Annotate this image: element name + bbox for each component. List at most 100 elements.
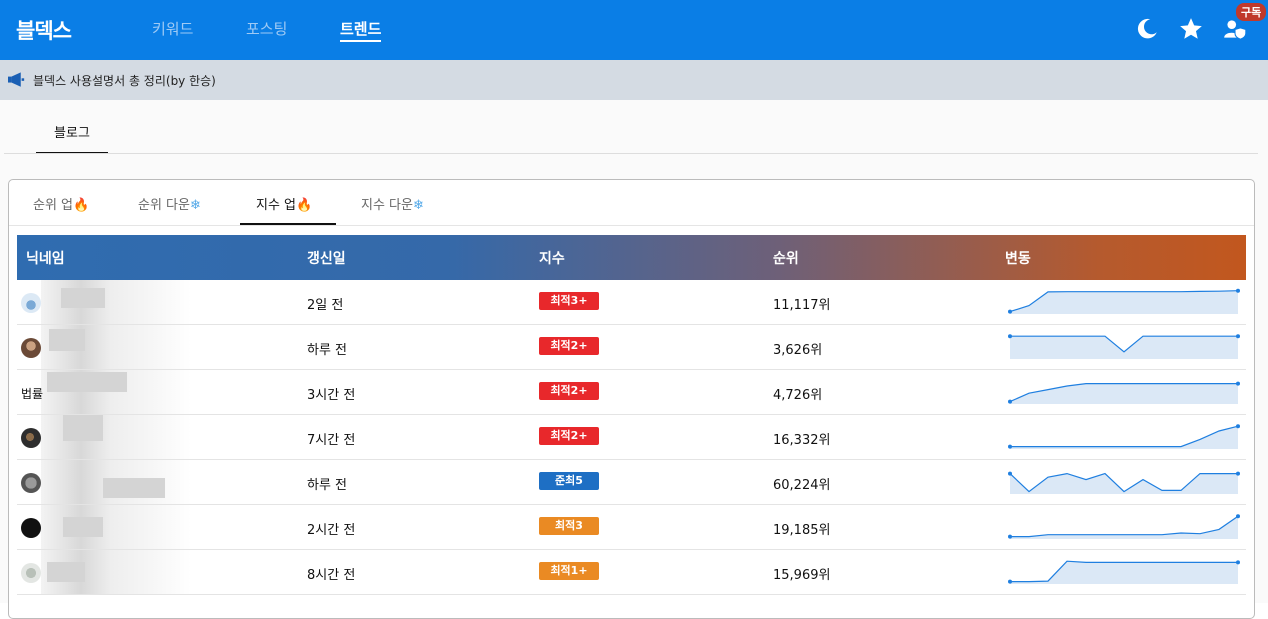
avatar[interactable]	[21, 518, 41, 538]
sparkline-point	[1008, 579, 1012, 584]
subtab-label: 지수 업	[256, 198, 297, 213]
nav-keyword[interactable]: 키워드	[152, 18, 193, 39]
subtab-index-down[interactable]: 지수 다운❄	[361, 194, 424, 213]
megaphone-icon	[8, 72, 25, 87]
nickname-text[interactable]: 법률	[21, 385, 43, 402]
sparkline-point	[1008, 334, 1012, 339]
rank-cell: 16,332위	[773, 433, 831, 448]
subtab-label: 순위 다운	[138, 198, 190, 213]
rank-cell: 60,224위	[773, 478, 831, 493]
trend-sparkline	[1008, 471, 1240, 494]
sparkline-point	[1236, 381, 1240, 386]
top-navbar: 블덱스 키워드 포스팅 트렌드 구독	[0, 0, 1268, 60]
trend-sparkline	[1008, 424, 1240, 449]
updated-cell: 하루 전	[307, 343, 348, 358]
table-row[interactable]: 법률 3시간 전 최적2+ 4,726위	[17, 370, 1246, 415]
table-row[interactable]: 하루 전 준최5 60,224위	[17, 460, 1246, 505]
brand-logo[interactable]: 블덱스	[16, 15, 72, 45]
trend-sparkline	[1008, 560, 1240, 584]
blurred-nickname-block	[103, 478, 165, 498]
snowflake-icon: ❄	[412, 198, 424, 213]
table-row[interactable]: 2시간 전 최적3 19,185위	[17, 505, 1246, 550]
header-rank[interactable]: 순위	[773, 248, 799, 268]
fire-icon: 🔥	[73, 198, 90, 213]
avatar[interactable]	[21, 338, 41, 358]
table-header: 닉네임 갱신일 지수 순위 변동	[17, 235, 1246, 280]
updated-cell: 하루 전	[307, 478, 348, 493]
sparkline-point	[1008, 444, 1012, 449]
rank-cell: 11,117위	[773, 298, 831, 313]
main-content: 블로그 순위 업🔥 순위 다운❄ 지수 업🔥 지수 다운❄ 닉네임 갱신일 지수…	[0, 100, 1268, 619]
updated-cell: 2시간 전	[307, 523, 356, 538]
notice-text[interactable]: 블덱스 사용설명서 총 정리(by 한승)	[33, 72, 216, 89]
updated-cell: 3시간 전	[307, 388, 356, 403]
table-row[interactable]: 7시간 전 최적2+ 16,332위	[17, 415, 1246, 460]
index-badge: 최적2+	[539, 337, 599, 355]
star-icon[interactable]	[1178, 16, 1204, 42]
subscribe-badge[interactable]: 구독	[1236, 3, 1267, 21]
subtab-label: 순위 업	[33, 198, 74, 213]
index-badge: 최적2+	[539, 427, 599, 445]
table-row[interactable]: 하루 전 최적2+ 3,626위	[17, 325, 1246, 370]
trend-panel: 순위 업🔥 순위 다운❄ 지수 업🔥 지수 다운❄ 닉네임 갱신일 지수 순위 …	[8, 179, 1255, 619]
avatar[interactable]	[21, 428, 41, 448]
sparkline-point	[1236, 334, 1240, 339]
blurred-nickname-block	[63, 415, 103, 441]
blurred-nickname-block	[47, 562, 85, 582]
rank-cell: 19,185위	[773, 523, 831, 538]
snowflake-icon: ❄	[189, 198, 201, 213]
sparkline-area	[1010, 561, 1238, 584]
header-updated[interactable]: 갱신일	[307, 248, 346, 268]
tab-blog[interactable]: 블로그	[36, 122, 108, 154]
subtab-label: 지수 다운	[361, 198, 413, 213]
updated-cell: 2일 전	[307, 298, 344, 313]
index-badge: 최적1+	[539, 562, 599, 580]
fire-icon: 🔥	[296, 198, 313, 213]
header-index[interactable]: 지수	[539, 248, 565, 268]
sparkline-point	[1008, 534, 1012, 539]
avatar[interactable]	[21, 563, 41, 583]
index-badge: 최적2+	[539, 382, 599, 400]
notice-bar[interactable]: 블덱스 사용설명서 총 정리(by 한승)	[0, 60, 1268, 100]
rank-cell: 3,626위	[773, 343, 823, 358]
sparkline-area	[1010, 336, 1238, 359]
index-badge: 최적3+	[539, 292, 599, 310]
tab-divider	[4, 153, 1258, 154]
blurred-nickname-block	[63, 517, 103, 537]
table-row[interactable]: 2일 전 최적3+ 11,117위	[17, 280, 1246, 325]
sparkline-point	[1008, 471, 1012, 476]
sparkline-point	[1008, 399, 1012, 404]
trend-sparkline	[1008, 288, 1240, 314]
sparkline-point	[1236, 424, 1240, 429]
table-row[interactable]: 8시간 전 최적1+ 15,969위	[17, 550, 1246, 595]
sparkline-area	[1010, 383, 1238, 404]
subtab-rank-up[interactable]: 순위 업🔥	[33, 194, 89, 213]
trend-sparkline	[1008, 334, 1240, 359]
sparkline-point	[1236, 471, 1240, 476]
sparkline-point	[1236, 288, 1240, 293]
subtab-divider	[9, 225, 1254, 226]
index-badge: 최적3	[539, 517, 599, 535]
subtab-rank-down[interactable]: 순위 다운❄	[138, 194, 201, 213]
rank-cell: 4,726위	[773, 388, 823, 403]
header-change[interactable]: 변동	[1005, 248, 1031, 268]
sparkline-point	[1236, 560, 1240, 565]
sparkline-point	[1008, 309, 1012, 314]
updated-cell: 8시간 전	[307, 568, 356, 583]
rank-cell: 15,969위	[773, 568, 831, 583]
blurred-nickname-block	[49, 329, 85, 351]
sparkline-point	[1236, 514, 1240, 519]
moon-icon[interactable]	[1134, 16, 1160, 42]
avatar[interactable]	[21, 473, 41, 493]
trend-sparkline	[1008, 381, 1240, 404]
trend-sparkline	[1008, 514, 1240, 539]
blurred-nickname-block	[61, 288, 105, 308]
header-nickname[interactable]: 닉네임	[26, 248, 65, 268]
index-badge: 준최5	[539, 472, 599, 490]
subtab-index-up[interactable]: 지수 업🔥	[256, 194, 312, 213]
updated-cell: 7시간 전	[307, 433, 356, 448]
nav-posting[interactable]: 포스팅	[246, 18, 287, 39]
blurred-nickname-block	[47, 372, 127, 392]
avatar[interactable]	[21, 293, 41, 313]
nav-trend[interactable]: 트렌드	[340, 18, 382, 42]
